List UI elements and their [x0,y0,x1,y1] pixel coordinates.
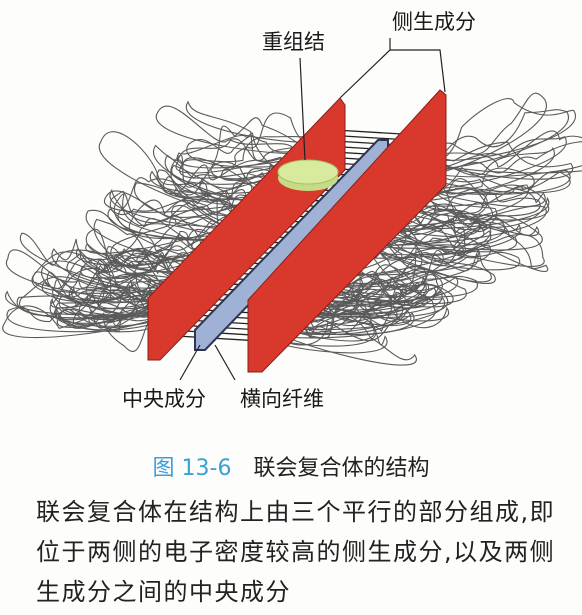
figure-number: 图 13-6 [152,456,232,481]
figure-caption: 图 13-6 联会复合体的结构 [0,450,582,482]
label-recombination-nodule: 重组结 [262,30,325,54]
label-lateral-element: 侧生成分 [392,10,476,34]
figure-description: 联会复合体在结构上由三个平行的部分组成,即位于两侧的电子密度较高的侧生成分,以及… [36,498,556,606]
figure-title: 联会复合体的结构 [253,456,430,481]
label-central-element: 中央成分 [122,387,206,411]
chromatin-loop [429,130,582,174]
label-transverse-filaments: 横向纤维 [240,387,324,411]
recombination-nodule-top [277,159,339,185]
